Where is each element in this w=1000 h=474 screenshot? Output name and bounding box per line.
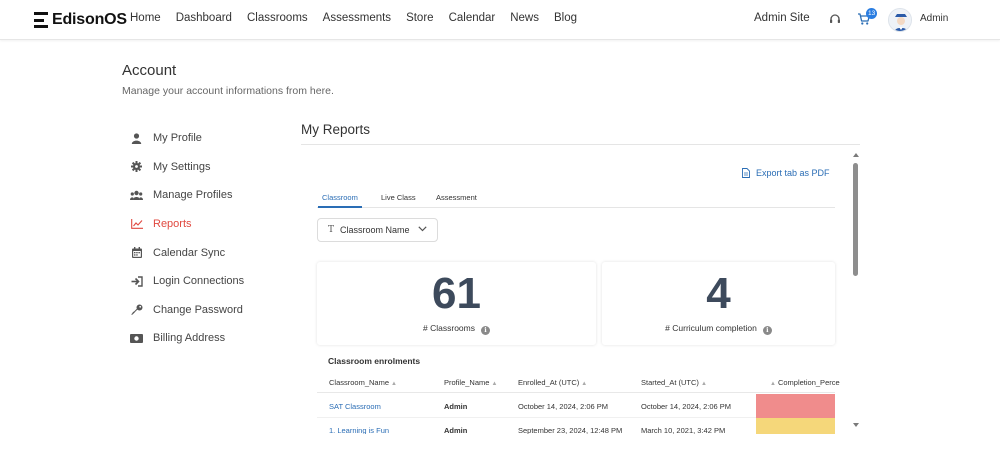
sidebar-item-calendar-sync[interactable]: Calendar Sync <box>130 238 290 267</box>
sidebar-item-manage-profiles[interactable]: Manage Profiles <box>130 181 290 210</box>
stat-value: 61 <box>432 269 481 318</box>
export-pdf-button[interactable]: Export tab as PDF <box>742 168 830 178</box>
text-type-icon: T <box>328 225 335 235</box>
divider <box>301 144 860 145</box>
sidebar-item-label: My Profile <box>153 132 202 145</box>
stat-label-text: # Classrooms <box>423 323 475 333</box>
curriculum-stat-card: 4 # Curriculum completion i <box>602 262 835 345</box>
money-bill-icon <box>130 332 143 345</box>
user-name[interactable]: Admin <box>920 13 948 24</box>
scrollbar-thumb[interactable] <box>853 163 858 276</box>
sidebar-item-label: Change Password <box>153 303 243 316</box>
sidebar-item-reports[interactable]: Reports <box>130 210 290 239</box>
avatar-image-icon <box>889 9 911 31</box>
nav-link-classrooms[interactable]: Classrooms <box>247 12 308 24</box>
stat-value: 4 <box>706 269 731 318</box>
key-icon <box>130 303 143 316</box>
info-icon[interactable]: i <box>762 326 772 335</box>
sort-icon: ▲ <box>770 381 776 387</box>
top-navbar: EdisonOS Home Dashboard Classrooms Asses… <box>0 0 1000 40</box>
nav-link-calendar[interactable]: Calendar <box>449 12 496 24</box>
started-at-cell: October 14, 2024, 2:06 PM <box>641 402 732 411</box>
sidebar-item-my-settings[interactable]: My Settings <box>130 153 290 182</box>
sidebar-item-label: Reports <box>153 218 192 231</box>
column-header-completion[interactable]: ▲ Completion_Perce <box>768 378 840 387</box>
classrooms-stat-card: 61 # Classrooms i <box>317 262 596 345</box>
logo-mark-icon <box>34 12 48 28</box>
profile-name-cell: Admin <box>444 402 468 411</box>
table-row: SAT Classroom Admin October 14, 2024, 2:… <box>317 394 835 418</box>
nav-link-blog[interactable]: Blog <box>554 12 577 24</box>
sidebar-item-label: Login Connections <box>153 275 245 288</box>
stat-label-text: # Curriculum completion <box>665 323 757 333</box>
viewport-bottom-edge <box>0 434 1000 474</box>
users-icon <box>130 189 143 202</box>
headset-icon[interactable] <box>829 13 841 25</box>
sidebar-item-label: Manage Profiles <box>153 189 233 202</box>
stat-label: # Classrooms i <box>317 323 596 335</box>
tab-classroom[interactable]: Classroom <box>318 193 362 208</box>
sidebar-item-my-profile[interactable]: My Profile <box>130 124 290 153</box>
brand-name: EdisonOS <box>52 11 127 28</box>
sidebar-item-label: Calendar Sync <box>153 246 226 259</box>
enrolments-table-title: Classroom enrolments <box>328 356 421 366</box>
nav-link-assessments[interactable]: Assessments <box>323 12 391 24</box>
column-header-started[interactable]: Started_At (UTC) ▲ <box>641 378 707 387</box>
table-header: Classroom_Name ▲ Profile_Name ▲ Enrolled_A… <box>317 373 840 393</box>
tab-live-class[interactable]: Live Class <box>381 193 416 208</box>
column-select-value: Classroom Name <box>340 225 410 235</box>
user-icon <box>130 132 143 145</box>
file-pdf-icon <box>742 168 750 178</box>
sidebar-item-label: My Settings <box>153 160 211 173</box>
sort-icon: ▲ <box>391 381 397 387</box>
sort-icon: ▲ <box>581 381 588 387</box>
report-tabs: Classroom Live Class Assessment <box>317 190 835 208</box>
main-nav: Home Dashboard Classrooms Assessments St… <box>130 12 592 24</box>
tab-assessment[interactable]: Assessment <box>436 193 477 208</box>
sidebar-item-change-password[interactable]: Change Password <box>130 296 290 325</box>
sort-icon: ▲ <box>491 381 498 387</box>
page-title: Account <box>122 62 177 79</box>
column-header-enrolled[interactable]: Enrolled_At (UTC) ▲ <box>518 378 587 387</box>
scroll-up-arrow-icon[interactable] <box>853 153 859 157</box>
nav-link-news[interactable]: News <box>510 12 539 24</box>
info-icon[interactable]: i <box>480 326 490 335</box>
page-subtitle: Manage your account informations from he… <box>122 85 334 97</box>
brand-logo[interactable]: EdisonOS <box>34 11 127 29</box>
classroom-name-link[interactable]: SAT Classroom <box>329 402 381 411</box>
chart-line-icon <box>130 218 143 231</box>
account-sidebar: My Profile My Settings Manage Profiles R… <box>130 124 290 353</box>
column-header-classroom[interactable]: Classroom_Name ▲ <box>329 378 397 387</box>
column-header-profile[interactable]: Profile_Name ▲ <box>444 378 497 387</box>
avatar[interactable] <box>888 8 912 32</box>
enrolled-at-cell: October 14, 2024, 2:06 PM <box>518 402 609 411</box>
sidebar-item-login-connections[interactable]: Login Connections <box>130 267 290 296</box>
gear-icon <box>130 160 143 173</box>
completion-heat-cell <box>756 394 835 418</box>
chevron-down-icon <box>418 226 427 232</box>
reports-title: My Reports <box>301 122 371 137</box>
sort-icon: ▲ <box>700 381 707 387</box>
sidebar-item-billing-address[interactable]: Billing Address <box>130 324 290 353</box>
calendar-icon <box>130 246 143 259</box>
nav-link-dashboard[interactable]: Dashboard <box>176 12 232 24</box>
admin-site-link[interactable]: Admin Site <box>754 12 810 24</box>
stat-label: # Curriculum completion i <box>602 323 835 335</box>
sidebar-item-label: Billing Address <box>153 332 226 345</box>
sign-in-icon <box>130 275 143 288</box>
scroll-down-arrow-icon[interactable] <box>853 423 859 427</box>
cart-count-badge: 13 <box>866 8 878 19</box>
export-pdf-label: Export tab as PDF <box>756 168 830 178</box>
nav-link-home[interactable]: Home <box>130 12 161 24</box>
nav-link-store[interactable]: Store <box>406 12 434 24</box>
column-select-dropdown[interactable]: T Classroom Name <box>317 218 438 242</box>
